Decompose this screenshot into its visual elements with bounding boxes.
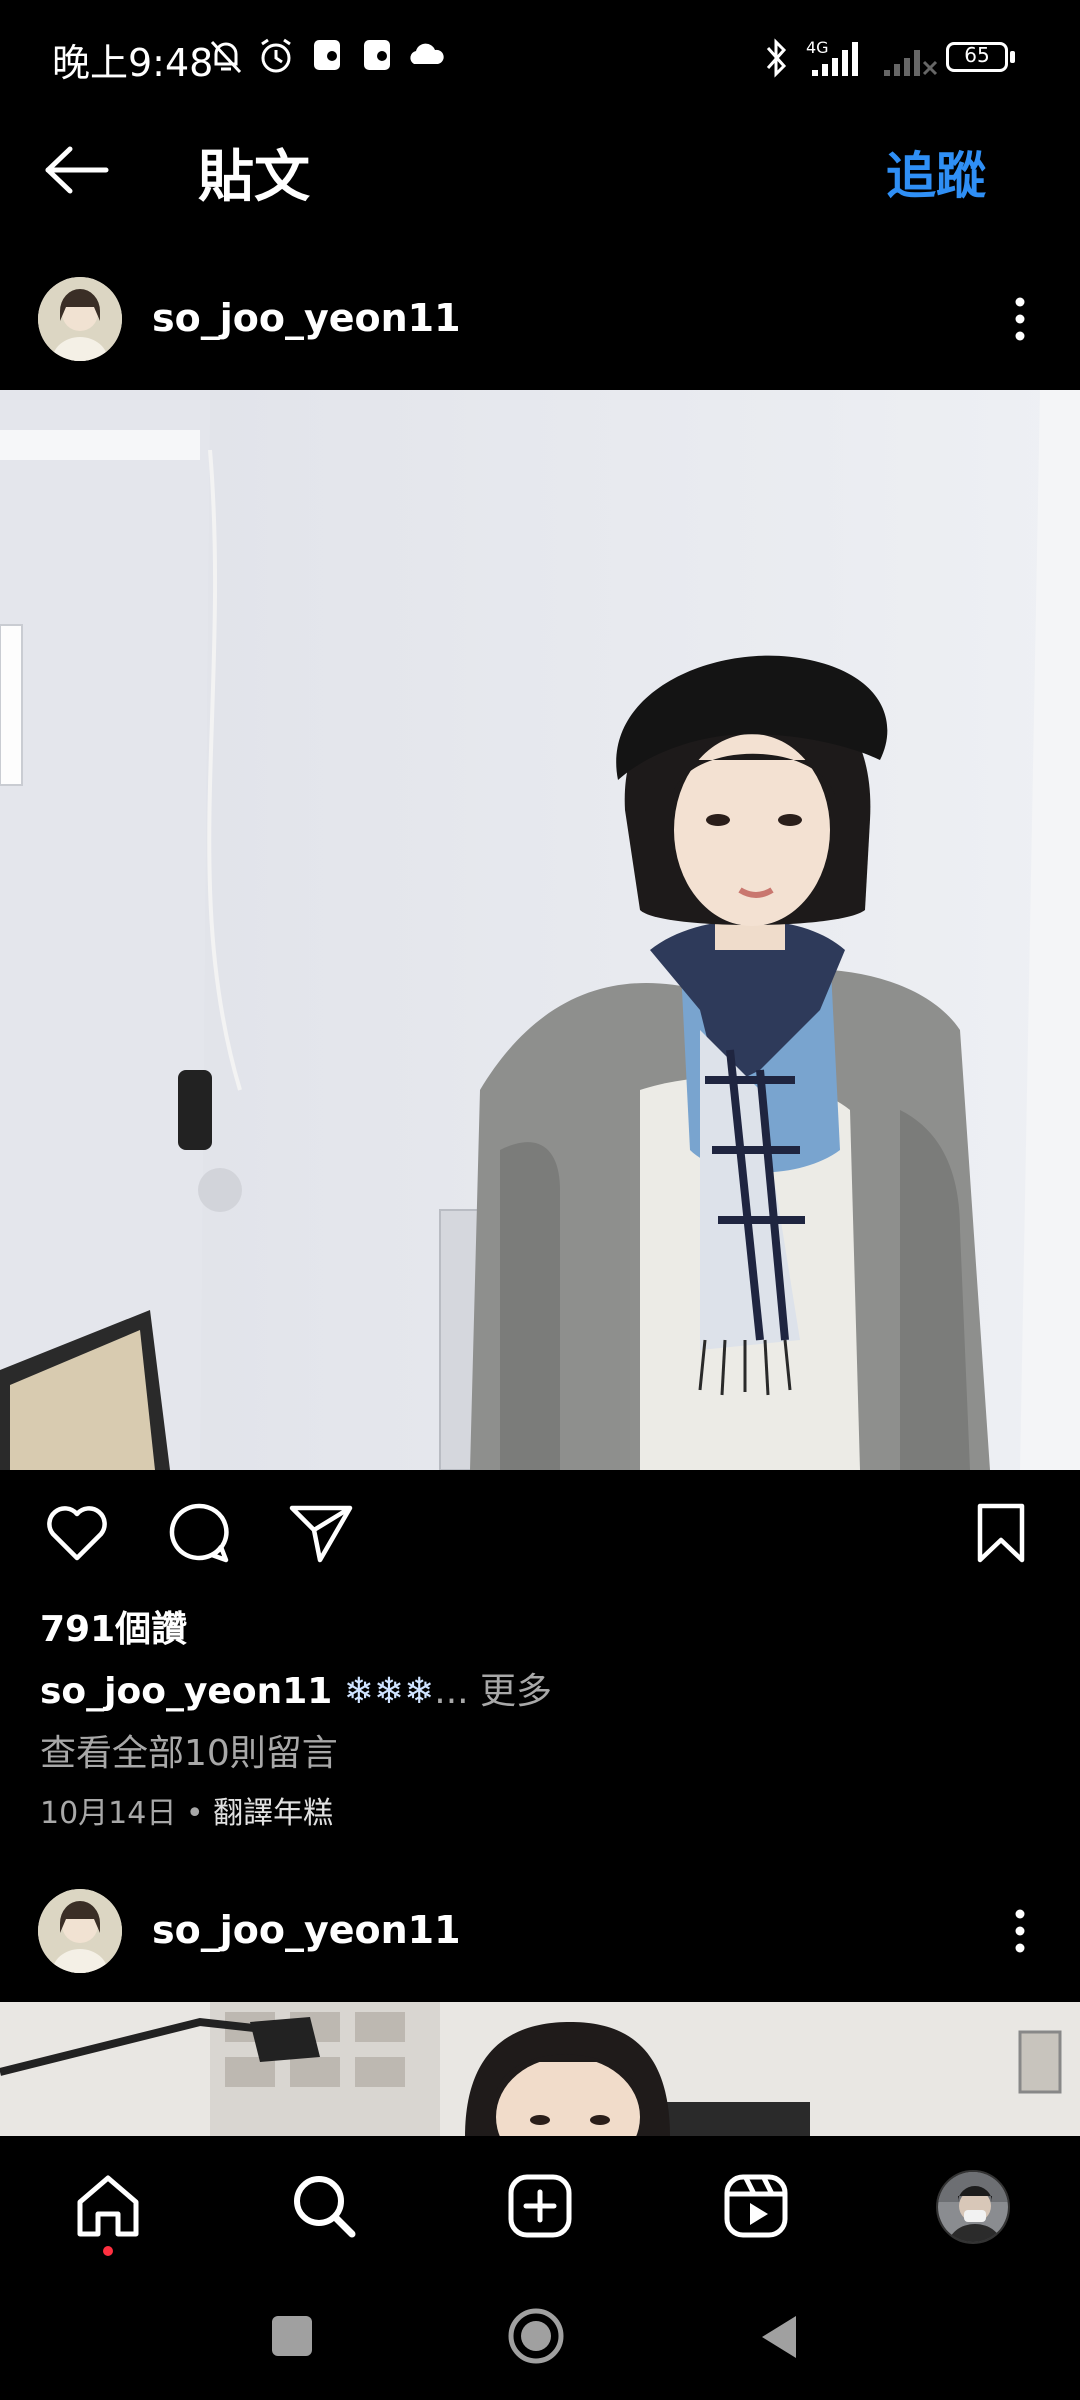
cloud-icon — [410, 43, 444, 64]
comment-icon[interactable] — [166, 1500, 232, 1566]
send-icon[interactable] — [288, 1500, 354, 1566]
post-photo[interactable] — [0, 390, 1080, 1470]
recents-button[interactable] — [272, 2316, 312, 2356]
caption-text: ❄❄❄ — [332, 1671, 435, 1712]
reels-icon[interactable] — [720, 2170, 792, 2242]
post-photo[interactable] — [0, 2002, 1080, 2137]
more-vertical-icon[interactable] — [1010, 1906, 1030, 1956]
translate-link[interactable]: 翻譯年糕 — [213, 1796, 333, 1831]
profile-avatar[interactable] — [936, 2170, 1010, 2244]
post-caption: so_joo_yeon11 ❄❄❄... 更多 — [40, 1662, 552, 1714]
battery-tip — [1010, 51, 1015, 63]
post-meta: 10月14日 • 翻譯年糕 — [40, 1788, 333, 1832]
signal-strength-icon — [812, 42, 858, 76]
create-icon[interactable] — [504, 2170, 576, 2242]
mute-bell-icon — [210, 40, 242, 74]
signal-empty-icon — [884, 50, 938, 76]
status-bar: 晚上9:48 4G 65 — [0, 0, 1080, 120]
more-vertical-icon[interactable] — [1010, 294, 1030, 344]
bluetooth-icon — [766, 38, 787, 78]
bookmark-icon[interactable] — [968, 1500, 1034, 1566]
search-icon[interactable] — [288, 2170, 360, 2242]
heart-icon[interactable] — [44, 1500, 110, 1566]
post-author-username[interactable]: so_joo_yeon11 — [152, 296, 461, 340]
app-notification-icon — [364, 40, 390, 70]
post-date: 10月14日 — [40, 1796, 177, 1831]
battery-icon: 65 — [946, 42, 1008, 72]
home-button[interactable] — [506, 2306, 566, 2366]
likes-count[interactable]: 791個讚 — [40, 1600, 187, 1652]
battery-level: 65 — [964, 43, 990, 67]
meta-separator: • — [176, 1796, 214, 1831]
notification-dot — [103, 2246, 113, 2256]
alarm-icon — [261, 38, 291, 73]
arrow-left-icon[interactable] — [42, 145, 112, 195]
post-author-avatar[interactable] — [38, 277, 122, 361]
home-icon[interactable] — [72, 2170, 144, 2242]
app-notification-icon — [314, 40, 340, 70]
back-button[interactable] — [756, 2312, 802, 2362]
follow-button[interactable]: 追蹤 — [886, 136, 986, 208]
status-time: 晚上9:48 — [52, 41, 214, 85]
post-author-avatar[interactable] — [38, 1889, 122, 1973]
post-author-username[interactable]: so_joo_yeon11 — [152, 1908, 461, 1952]
view-all-comments-link[interactable]: 查看全部10則留言 — [40, 1724, 338, 1776]
caption-more-link[interactable]: ... 更多 — [434, 1671, 552, 1712]
page-title: 貼文 — [198, 145, 310, 210]
caption-username[interactable]: so_joo_yeon11 — [40, 1671, 332, 1712]
